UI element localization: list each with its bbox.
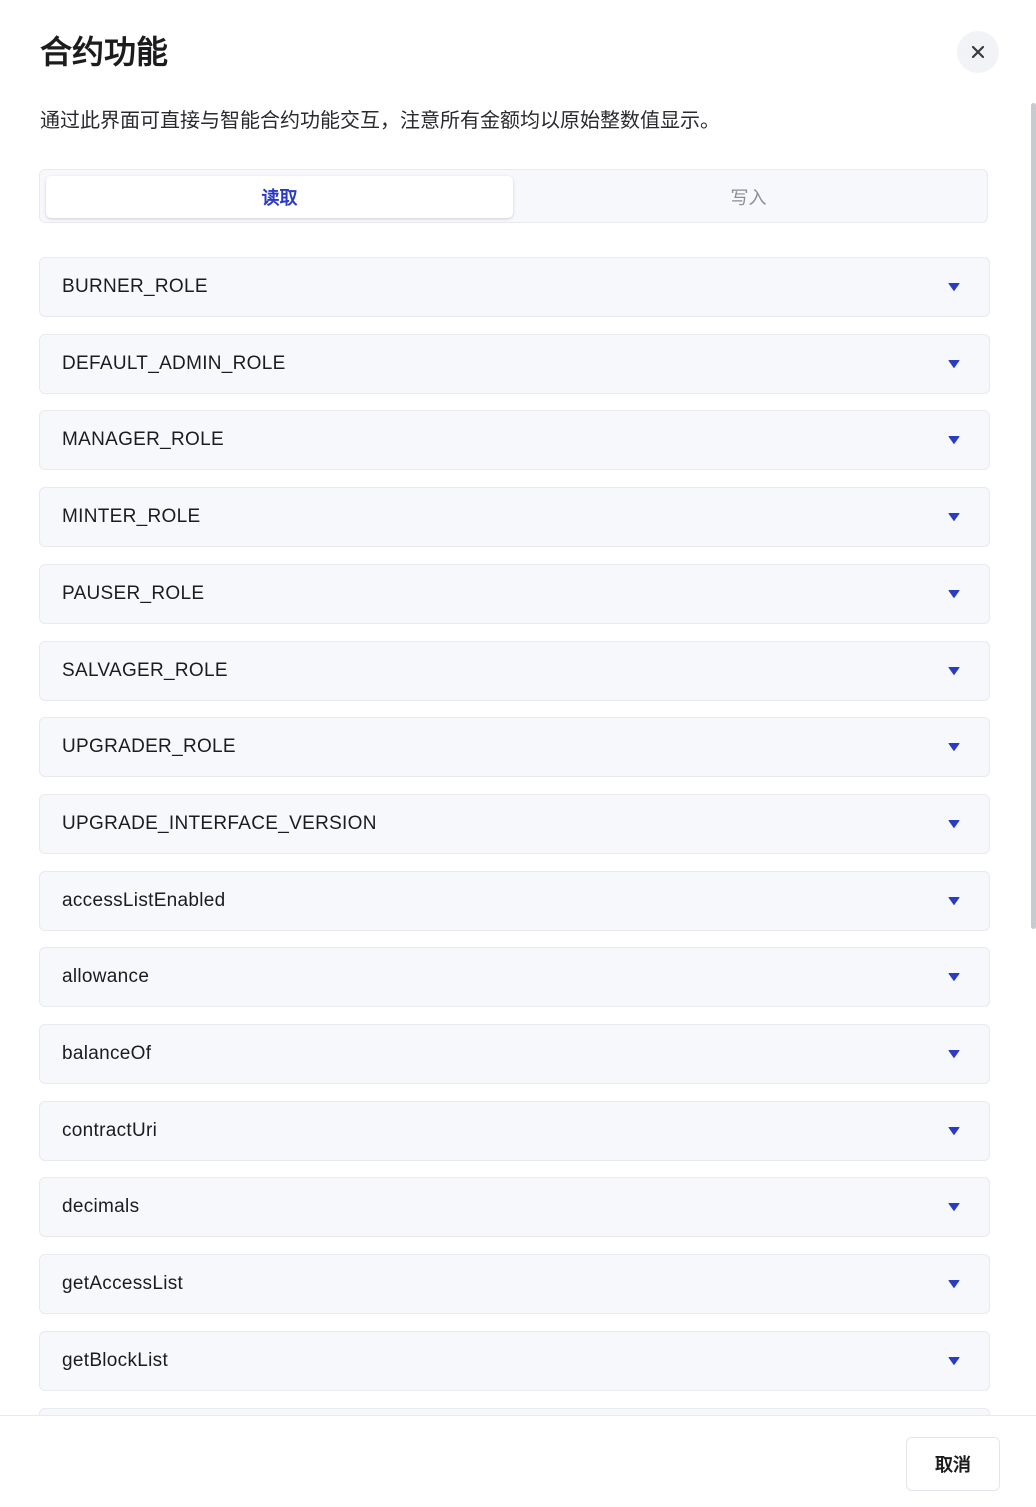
contract-functions-modal: 合约功能 通过此界面可直接与智能合约功能交互，注意所有金额均以原始整数值显示。 … (0, 0, 1036, 1507)
function-item[interactable]: DEFAULT_ADMIN_ROLE (39, 333, 990, 394)
caret-down-icon (948, 359, 960, 368)
function-item[interactable]: SALVAGER_ROLE (39, 640, 990, 701)
function-item[interactable]: accessListEnabled (39, 870, 990, 931)
scrollbar[interactable] (1031, 103, 1036, 929)
function-item[interactable]: balanceOf (39, 1024, 990, 1084)
function-name: DEFAULT_ADMIN_ROLE (62, 352, 286, 374)
caret-down-icon (948, 1203, 960, 1212)
function-name: PAUSER_ROLE (62, 582, 205, 604)
function-name: balanceOf (62, 1043, 152, 1064)
modal-description: 通过此界面可直接与智能合约功能交互，注意所有金额均以原始整数值显示。 (40, 110, 720, 132)
caret-down-icon (948, 896, 960, 905)
caret-down-icon (948, 1356, 960, 1365)
function-name: getAccessList (62, 1273, 184, 1295)
function-item[interactable]: BURNER_ROLE (39, 257, 990, 317)
function-name: SALVAGER_ROLE (62, 659, 228, 681)
function-name: getBlockList (62, 1349, 169, 1371)
close-icon (971, 45, 985, 59)
caret-down-icon (948, 743, 960, 752)
function-name: decimals (62, 1196, 140, 1218)
function-name: UPGRADE_INTERFACE_VERSION (62, 812, 377, 834)
caret-down-icon (948, 513, 960, 522)
function-item[interactable] (39, 1407, 990, 1415)
function-item[interactable]: MINTER_ROLE (39, 487, 990, 548)
caret-down-icon (948, 666, 960, 675)
function-name: allowance (62, 966, 150, 988)
read-write-tabs: 读取 写入 (39, 169, 988, 223)
caret-down-icon (948, 589, 960, 598)
function-list: BURNER_ROLE DEFAULT_ADMIN_ROLE MANAGER_ROL… (39, 257, 990, 1415)
function-name: accessListEnabled (62, 889, 226, 911)
modal-title: 合约功能 (40, 34, 169, 70)
tab-read[interactable]: 读取 (46, 176, 513, 218)
caret-down-icon (948, 283, 960, 291)
function-name: MANAGER_ROLE (62, 429, 224, 451)
function-item[interactable]: UPGRADE_INTERFACE_VERSION (39, 793, 990, 854)
caret-down-icon (948, 1280, 960, 1289)
function-item[interactable]: decimals (39, 1177, 990, 1238)
caret-down-icon (948, 1126, 960, 1135)
function-item[interactable]: getAccessList (39, 1254, 990, 1315)
caret-down-icon (948, 819, 960, 828)
function-name: MINTER_ROLE (62, 506, 201, 528)
function-name: UPGRADER_ROLE (62, 736, 236, 758)
function-item[interactable]: MANAGER_ROLE (39, 410, 990, 471)
close-button[interactable] (957, 31, 999, 73)
function-item[interactable]: UPGRADER_ROLE (39, 717, 990, 778)
modal-footer: 取消 (0, 1415, 1036, 1507)
function-item[interactable]: getBlockList (39, 1330, 990, 1391)
caret-down-icon (948, 1050, 960, 1058)
function-name: contractUri (62, 1119, 158, 1141)
function-item[interactable]: PAUSER_ROLE (39, 563, 990, 624)
cancel-button[interactable]: 取消 (906, 1437, 1000, 1491)
function-name: BURNER_ROLE (62, 276, 208, 297)
function-item[interactable]: contractUri (39, 1100, 990, 1161)
tab-write[interactable]: 写入 (515, 176, 982, 218)
function-item[interactable]: allowance (39, 947, 990, 1008)
caret-down-icon (948, 436, 960, 445)
caret-down-icon (948, 973, 960, 982)
